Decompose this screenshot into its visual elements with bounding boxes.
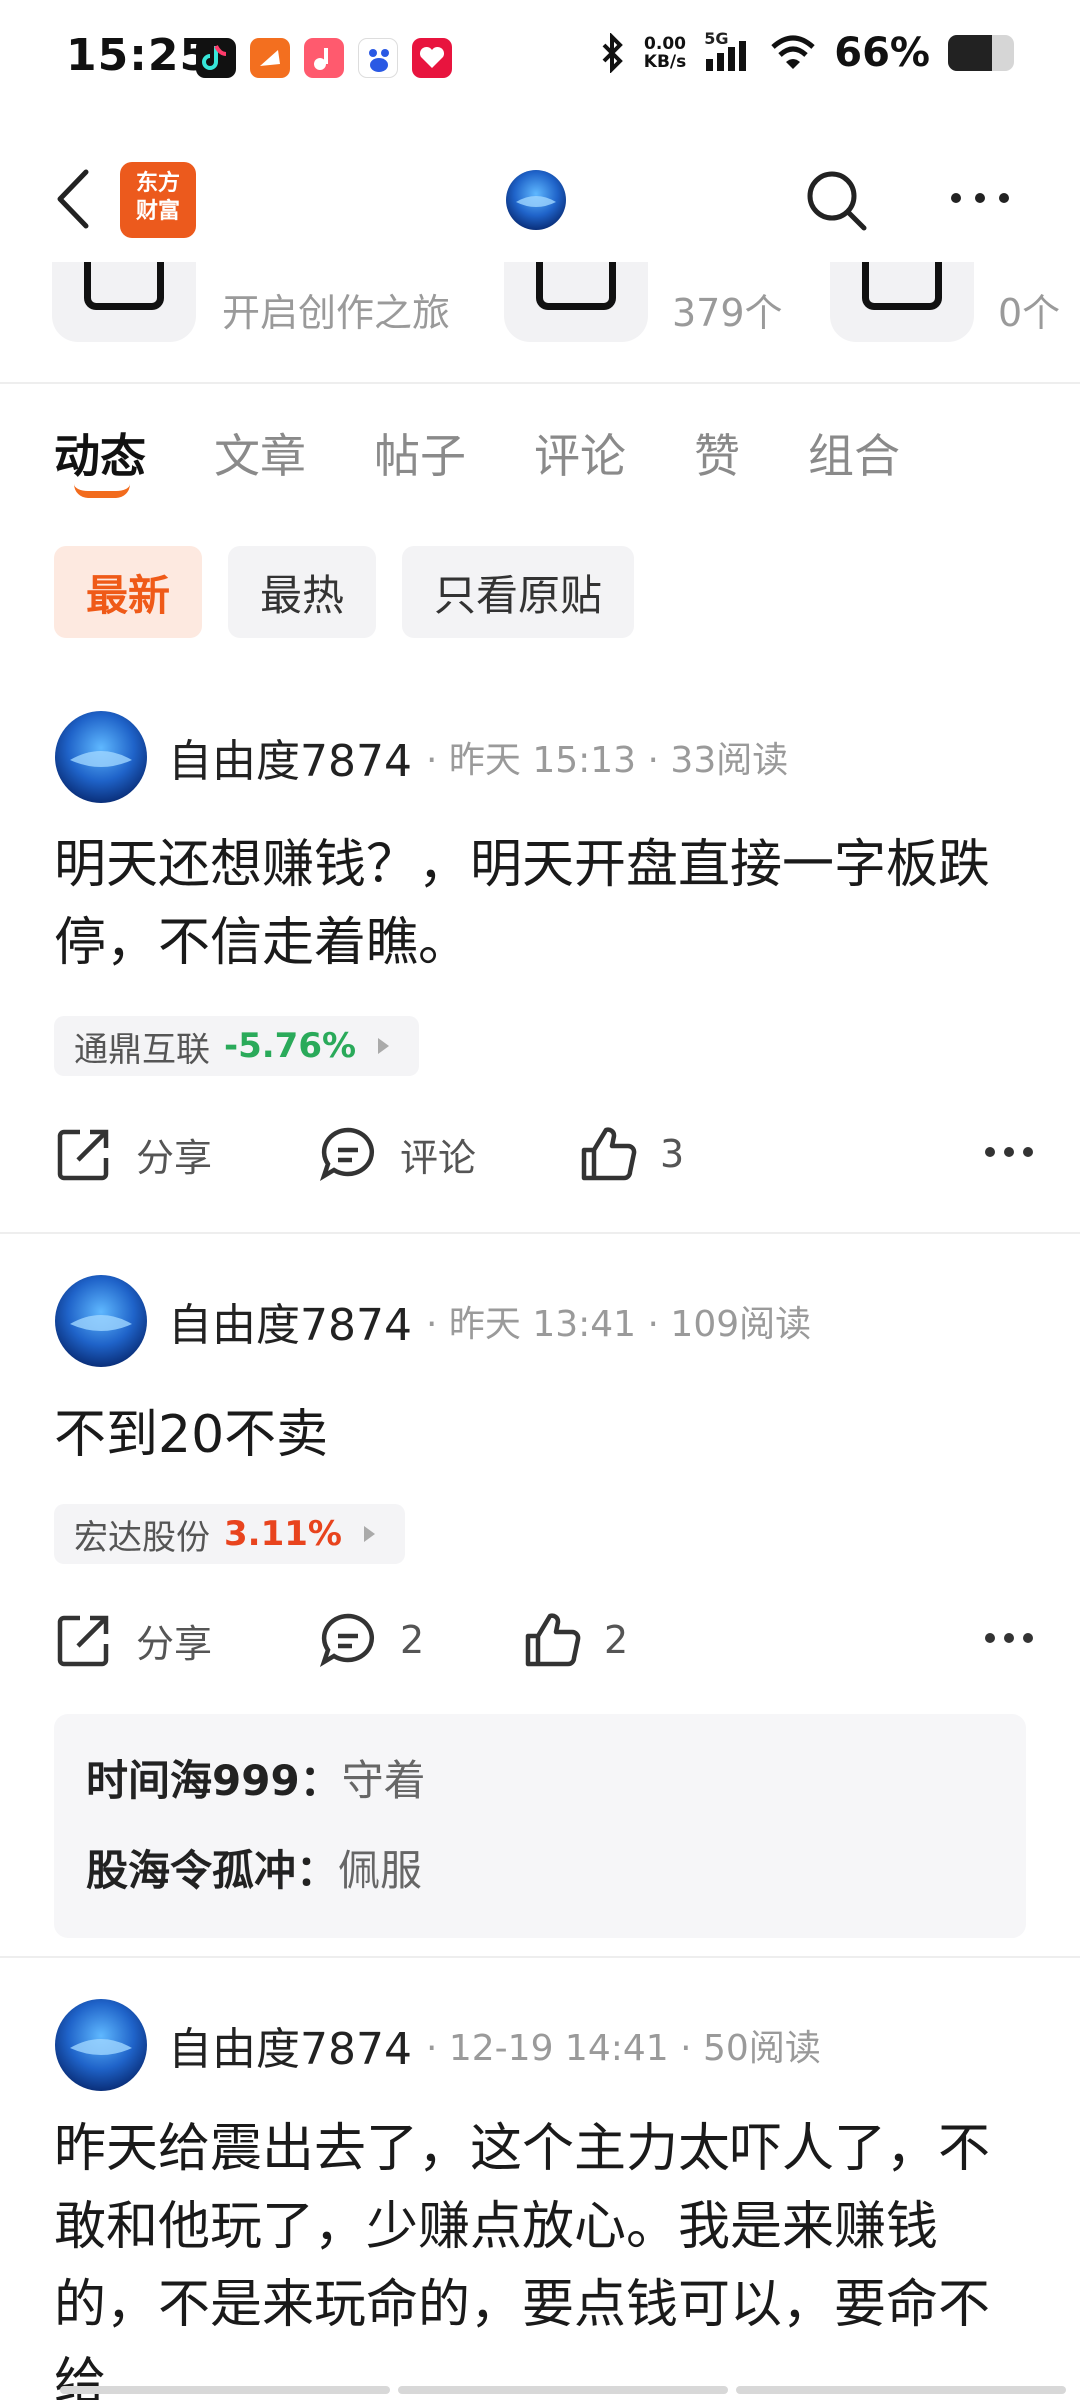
- divider: [0, 1232, 1080, 1234]
- author-name[interactable]: 自由度7874: [168, 725, 412, 789]
- comment-line: 时间海999：守着: [86, 1756, 426, 1805]
- filter-hottest[interactable]: 最热: [228, 546, 377, 638]
- status-app-icons: [196, 38, 452, 78]
- divider: [0, 1956, 1080, 1958]
- status-bar: 15:25 0.00 KB/s 5G 66%: [0, 0, 1080, 120]
- post-actions: 分享 评论 3: [54, 1114, 1034, 1194]
- post-text[interactable]: 昨天给震出去了，这个主力太吓人了，不敢和他玩了，少赚点放心。我是来赚钱的，不是来…: [54, 2110, 1034, 2400]
- thumbs-up-icon: [581, 1127, 637, 1181]
- play-arrow-icon: [363, 1526, 375, 1542]
- filter-latest[interactable]: 最新: [54, 546, 203, 638]
- feed-post: 自由度7874 · 昨天 15:13 · 33阅读 明天还想赚钱？，明天开盘直接…: [0, 710, 1080, 1230]
- user-avatar[interactable]: [504, 168, 568, 232]
- tab-posts[interactable]: 帖子: [374, 420, 466, 500]
- post-meta: · 昨天 15:13 · 33阅读: [425, 740, 789, 781]
- post-meta: · 昨天 13:41 · 109阅读: [425, 1304, 812, 1345]
- feed-post: 自由度7874 · 12-19 14:41 · 50阅读 昨天给震出去了，这个主…: [0, 1998, 1080, 2400]
- feed-post: 自由度7874 · 昨天 13:41 · 109阅读 不到20不卖 宏达股份 3…: [0, 1274, 1080, 1938]
- post-text[interactable]: 明天还想赚钱？，明天开盘直接一字板跌停，不信走着瞧。: [54, 826, 1034, 982]
- author-name[interactable]: 自由度7874: [168, 1289, 412, 1353]
- share-button[interactable]: 分享: [54, 1600, 212, 1680]
- tab-likes[interactable]: 赞: [694, 420, 740, 500]
- portfolio-icon[interactable]: [830, 262, 974, 342]
- author-name[interactable]: 自由度7874: [168, 2013, 412, 2077]
- stat-favorites-count[interactable]: 379个: [672, 282, 783, 337]
- post-more-icon[interactable]: [984, 1626, 1034, 1650]
- post-header: 自由度7874 · 昨天 13:41 · 109阅读: [54, 1274, 811, 1368]
- post-meta: · 12-19 14:41 · 50阅读: [425, 2028, 821, 2069]
- share-icon: [57, 1615, 109, 1667]
- tab-portfolios[interactable]: 组合: [808, 420, 900, 500]
- play-arrow-icon: [378, 1038, 390, 1054]
- battery-icon: [948, 35, 1014, 71]
- stock-name: 宏达股份: [74, 1517, 210, 1558]
- comment-preview[interactable]: 时间海999：守着 股海令孤冲：佩服: [54, 1714, 1026, 1938]
- thumbs-up-icon: [525, 1613, 581, 1667]
- scroll-indicator: [60, 2386, 1066, 2394]
- stock-name: 通鼎互联: [74, 1029, 210, 1070]
- status-time: 15:25: [66, 30, 212, 81]
- active-tab-indicator: [74, 484, 130, 498]
- bluetooth-icon: [602, 33, 623, 73]
- comment-button[interactable]: 2: [318, 1600, 424, 1680]
- comment-icon: [319, 1127, 374, 1182]
- stock-change: -5.76%: [224, 1026, 357, 1066]
- post-actions: 分享 2 2: [54, 1600, 1034, 1680]
- eastmoney-logo[interactable]: 东方 财富: [120, 162, 196, 238]
- orange-app-icon: [250, 38, 290, 78]
- like-button[interactable]: 2: [522, 1600, 628, 1680]
- red-music-icon: [304, 38, 344, 78]
- tab-articles[interactable]: 文章: [214, 420, 306, 500]
- status-right: 0.00 KB/s 5G 66%: [598, 29, 1014, 76]
- comment-button[interactable]: 评论: [318, 1114, 476, 1194]
- filter-chips: 最新 最热 只看原贴: [54, 546, 635, 638]
- divider: [0, 382, 1080, 384]
- search-icon[interactable]: [800, 164, 872, 236]
- author-avatar[interactable]: [54, 710, 148, 804]
- douyin-icon: [196, 38, 236, 78]
- author-avatar[interactable]: [54, 1998, 148, 2092]
- stock-tag[interactable]: 宏达股份 3.11%: [54, 1504, 405, 1564]
- comment-icon: [319, 1613, 374, 1668]
- back-icon[interactable]: [48, 164, 98, 234]
- stat-create-label[interactable]: 开启创作之旅: [222, 282, 450, 337]
- profile-tabs: 动态 文章 帖子 评论 赞 组合: [54, 420, 968, 500]
- red-heart-app-icon: [412, 38, 452, 78]
- top-nav: 东方 财富: [0, 150, 1080, 250]
- creator-stats-row: 开启创作之旅 379个 0个: [0, 262, 1080, 346]
- filter-original-only[interactable]: 只看原贴: [402, 546, 635, 638]
- more-options-icon[interactable]: [948, 186, 1012, 210]
- battery-percent: 66%: [834, 30, 930, 76]
- post-header: 自由度7874 · 昨天 15:13 · 33阅读: [54, 710, 788, 804]
- author-avatar[interactable]: [54, 1274, 148, 1368]
- stock-change: 3.11%: [224, 1514, 342, 1554]
- like-button[interactable]: 3: [578, 1114, 684, 1194]
- comment-line: 股海令孤冲：佩服: [86, 1846, 423, 1895]
- stat-portfolio-count[interactable]: 0个: [998, 282, 1060, 337]
- network-speed: 0.00 KB/s: [643, 34, 687, 72]
- tab-comments[interactable]: 评论: [534, 420, 626, 500]
- post-text[interactable]: 不到20不卖: [54, 1396, 1034, 1474]
- post-header: 自由度7874 · 12-19 14:41 · 50阅读: [54, 1998, 821, 2092]
- share-button[interactable]: 分享: [54, 1114, 212, 1194]
- tab-activity[interactable]: 动态: [54, 420, 146, 500]
- stock-tag[interactable]: 通鼎互联 -5.76%: [54, 1016, 420, 1076]
- create-icon[interactable]: [52, 262, 196, 342]
- share-icon: [57, 1129, 109, 1181]
- post-more-icon[interactable]: [984, 1140, 1034, 1164]
- baidu-icon: [358, 38, 398, 78]
- wifi-icon: [771, 35, 815, 69]
- cell-signal-icon: 5G: [704, 29, 752, 73]
- favorites-icon[interactable]: [504, 262, 648, 342]
